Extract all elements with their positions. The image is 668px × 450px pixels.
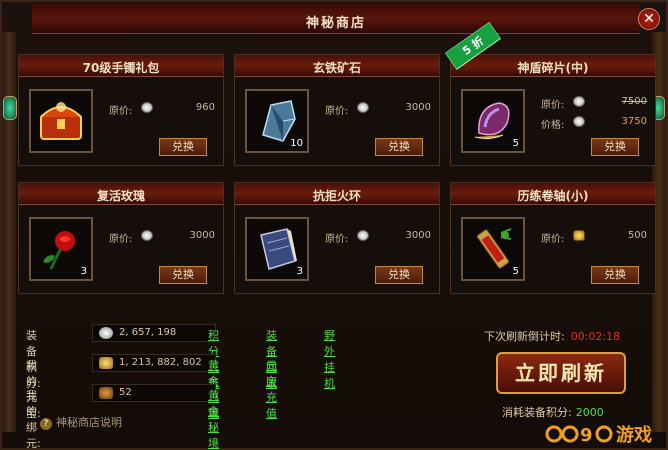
item-name: 神盾碎片(中) <box>517 61 589 75</box>
card-header: 抗拒火环 <box>235 183 439 205</box>
price-label: 原价: <box>541 234 565 245</box>
equip-points-value: 2, 657, 198 <box>119 327 177 338</box>
price-label: 价格: <box>541 120 565 131</box>
equip-points-box: 2, 657, 198 <box>92 324 216 342</box>
watermark-text: 游戏 <box>616 424 652 446</box>
card-header: 玄铁矿石 <box>235 55 439 77</box>
gold-coin-icon <box>573 230 585 241</box>
price-row: 原价: 500 <box>541 229 651 245</box>
silver-coin-icon <box>357 102 369 113</box>
gold-ingot-icon <box>99 357 113 369</box>
price-value: 3750 <box>621 116 647 127</box>
exchange-button[interactable]: 兑换 <box>375 138 423 156</box>
price-value: 3000 <box>405 230 431 241</box>
help-icon: ? <box>40 418 52 430</box>
yuanbao-value: 1, 213, 882, 802 <box>119 357 202 368</box>
price-row: 原价: 3000 <box>325 101 435 117</box>
price-label: 原价: <box>325 234 349 245</box>
yuanbao-box: 1, 213, 882, 802 <box>92 354 216 372</box>
link-recharge[interactable]: 元宝充值 <box>266 357 277 421</box>
bound-label: 我的绑元: <box>26 389 41 450</box>
item-name: 抗拒火环 <box>312 189 361 203</box>
refresh-now-button[interactable]: 立即刷新 <box>496 352 626 394</box>
link-gold-realm-2[interactable]: 黄金秘境 <box>208 387 219 450</box>
price-value: 7500 <box>621 96 647 107</box>
price-row: 原价: 3000 <box>109 229 219 245</box>
price-row: 价格: 3750 <box>541 115 651 131</box>
shop-item-card: 历练卷轴(小) 5 原价: 500 兑换 <box>450 182 656 294</box>
price-label: 原价: <box>109 106 133 117</box>
site-watermark-logo: 9 游戏 <box>545 424 652 446</box>
timer-label: 下次刷新倒计时: <box>484 330 565 343</box>
price-value: 3000 <box>189 230 215 241</box>
item-quantity: 3 <box>296 266 303 277</box>
silver-coin-icon <box>141 102 153 113</box>
silver-coin-icon <box>573 96 585 107</box>
price-value: 960 <box>195 102 215 113</box>
price-row: 原价: 7500 <box>541 95 651 111</box>
item-slot[interactable]: 3 <box>245 217 309 281</box>
price-value: 3000 <box>405 102 431 113</box>
left-gem-ornament <box>3 96 17 120</box>
exchange-button[interactable]: 兑换 <box>591 138 639 156</box>
exchange-button[interactable]: 兑换 <box>159 138 207 156</box>
price-label: 原价: <box>541 100 565 111</box>
window-title: 神秘商店 <box>305 16 366 31</box>
item-quantity: 5 <box>512 138 519 149</box>
silver-coin-icon <box>357 230 369 241</box>
item-name: 玄铁矿石 <box>312 61 361 75</box>
help-text: 神秘商店说明 <box>56 416 122 429</box>
bound-box: 52 <box>92 384 216 402</box>
item-slot[interactable]: 3 <box>29 217 93 281</box>
watermark-digit: 9 <box>580 425 593 446</box>
price-label: 原价: <box>325 106 349 117</box>
item-quantity: 10 <box>290 138 303 149</box>
silver-coin-icon <box>573 116 585 127</box>
item-slot[interactable] <box>29 89 93 153</box>
item-quantity: 3 <box>80 266 87 277</box>
exchange-button[interactable]: 兑换 <box>591 266 639 284</box>
exchange-button[interactable]: 兑换 <box>375 266 423 284</box>
shop-item-card: 复活玫瑰 3 原价: 3000 兑换 <box>18 182 224 294</box>
left-frame-pillar <box>2 32 16 432</box>
item-name: 复活玫瑰 <box>96 189 145 203</box>
card-header: 历练卷轴(小) <box>451 183 655 205</box>
price-label: 原价: <box>109 234 133 245</box>
price-value: 500 <box>627 230 647 241</box>
close-button[interactable]: ✕ <box>638 8 660 30</box>
price-row: 原价: 3000 <box>325 229 435 245</box>
item-name: 历练卷轴(小) <box>517 189 589 203</box>
shop-item-card: 神盾碎片(中) 5 折 5 原价: 7500 价格: 3750 兑换 <box>445 22 656 166</box>
price-row: 原价: 960 <box>109 101 219 117</box>
silver-coin-icon <box>141 230 153 241</box>
card-header: 神盾碎片(中) <box>451 55 655 77</box>
bound-ingot-icon <box>99 387 113 399</box>
timer-value: 00:02:18 <box>570 330 621 343</box>
shop-help-link[interactable]: ? 神秘商店说明 <box>40 414 122 430</box>
exchange-button[interactable]: 兑换 <box>159 266 207 284</box>
item-slot[interactable]: 10 <box>245 89 309 153</box>
item-quantity: 5 <box>512 266 519 277</box>
item-name: 70级手镯礼包 <box>82 61 160 75</box>
link-field-afk[interactable]: 野外挂机 <box>324 327 335 391</box>
shop-item-card: 抗拒火环 3 原价: 3000 兑换 <box>234 182 440 294</box>
item-slot[interactable]: 5 <box>461 217 525 281</box>
shop-window: 神秘商店 ✕ 70级手镯礼包 原价: 960 兑换 玄铁矿石 10 原价: 30… <box>0 0 668 450</box>
silver-coin-icon <box>99 327 113 339</box>
shop-item-card: 玄铁矿石 10 原价: 3000 兑换 <box>234 54 440 166</box>
item-slot[interactable]: 5 <box>461 89 525 153</box>
card-header: 70级手镯礼包 <box>19 55 223 77</box>
title-bar: 神秘商店 <box>32 4 640 34</box>
refresh-timer: 下次刷新倒计时: 00:02:18 <box>484 328 620 344</box>
card-header: 复活玫瑰 <box>19 183 223 205</box>
shop-item-card: 70级手镯礼包 原价: 960 兑换 <box>18 54 224 166</box>
bound-value: 52 <box>119 387 132 398</box>
